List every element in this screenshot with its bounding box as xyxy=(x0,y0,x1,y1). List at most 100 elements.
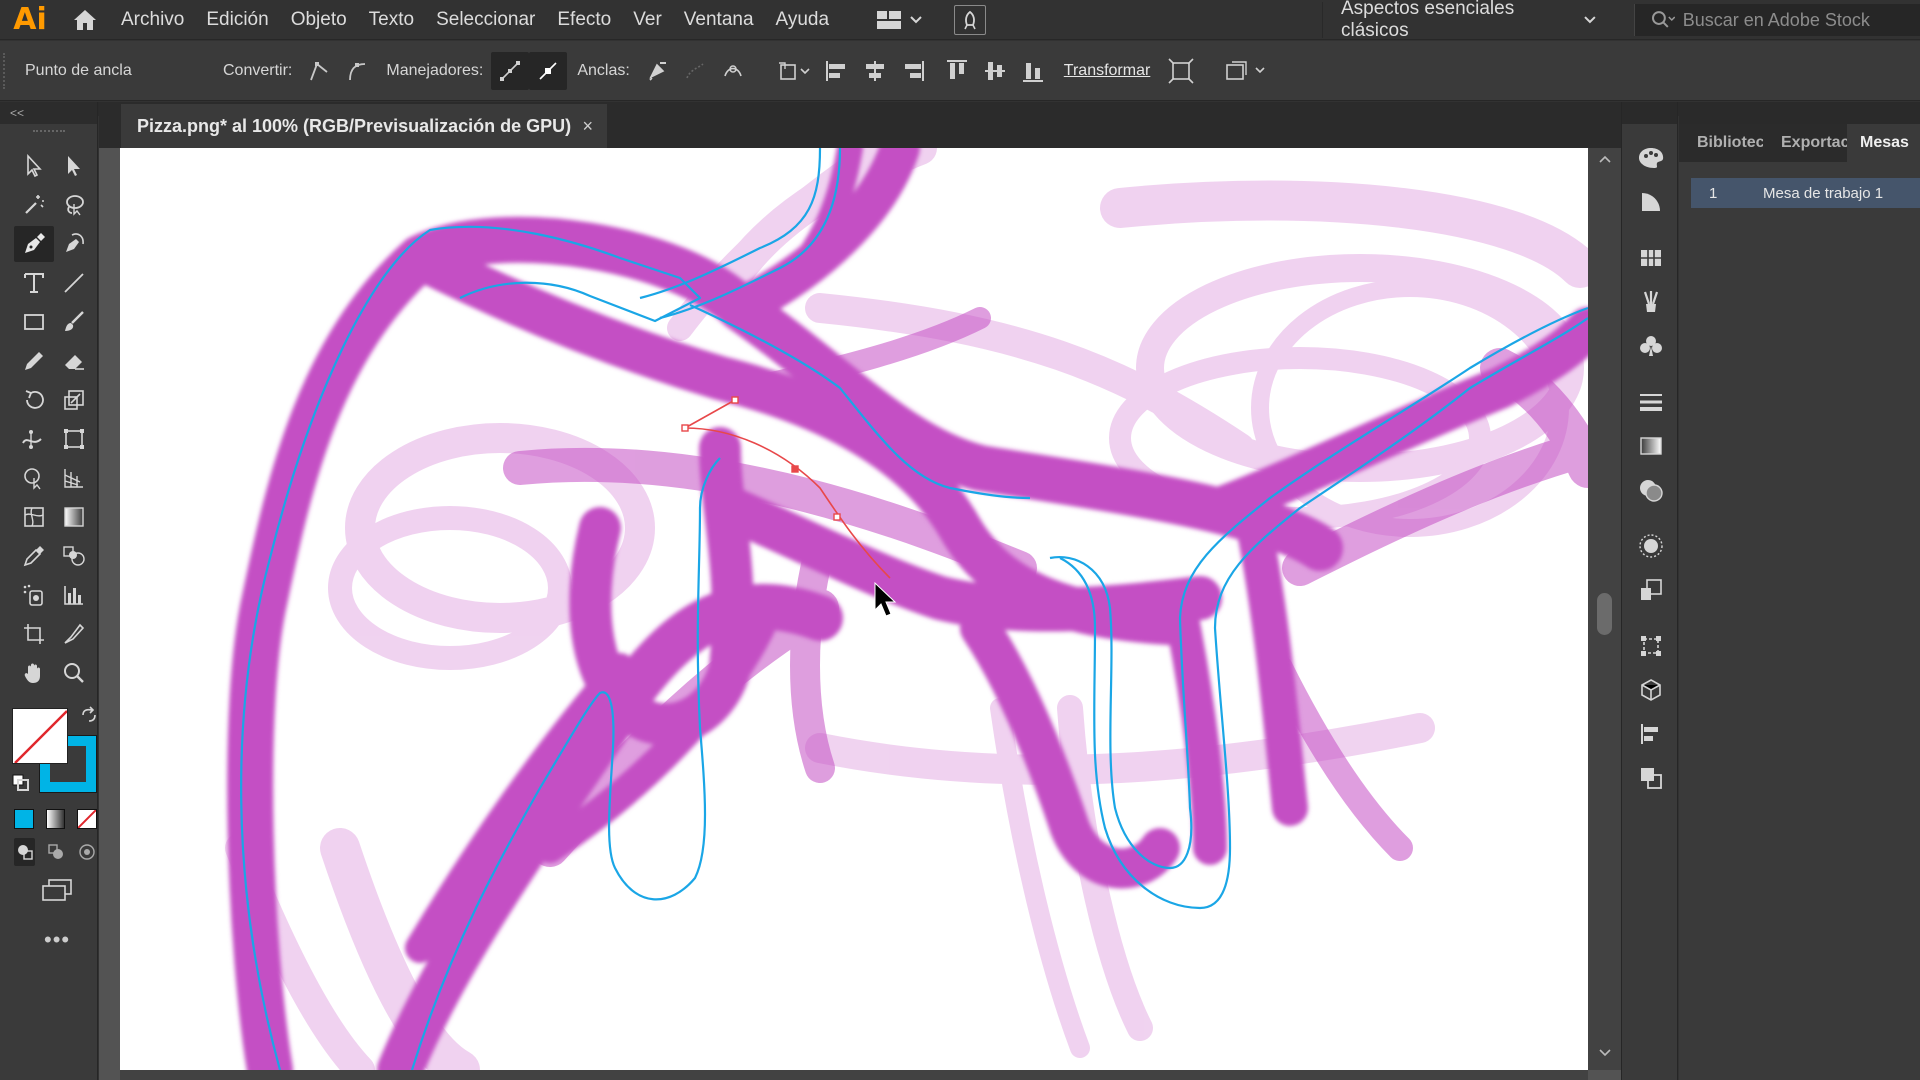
tools-collapse-button[interactable]: << xyxy=(0,102,97,124)
arrange-documents-button[interactable] xyxy=(868,0,930,40)
pathfinder-panel-button[interactable] xyxy=(1622,756,1679,800)
menu-efecto[interactable]: Efecto xyxy=(546,0,622,40)
draw-inside-button[interactable] xyxy=(76,838,97,866)
convert-to-corner-button[interactable] xyxy=(300,52,338,90)
convert-to-smooth-button[interactable] xyxy=(338,52,376,90)
isolate-selection-button[interactable] xyxy=(770,52,818,90)
scale-tool[interactable] xyxy=(54,382,94,418)
direct-selection-tool[interactable] xyxy=(54,148,94,184)
pencil-tool[interactable] xyxy=(14,343,54,379)
artboard-tool[interactable] xyxy=(14,616,54,652)
appearance-panel-button[interactable] xyxy=(1622,524,1679,568)
anchor-point[interactable] xyxy=(681,424,689,432)
draw-normal-button[interactable] xyxy=(14,838,35,866)
rectangle-tool[interactable] xyxy=(14,304,54,340)
artwork[interactable] xyxy=(120,148,1588,1070)
pen-tool[interactable] xyxy=(14,226,54,262)
align-vertical-center-button[interactable] xyxy=(976,52,1014,90)
menu-seleccionar[interactable]: Seleccionar xyxy=(425,0,546,40)
handle-point[interactable] xyxy=(833,513,841,521)
draw-behind-button[interactable] xyxy=(45,838,66,866)
tab-libraries[interactable]: Bibliotec xyxy=(1679,124,1763,162)
artboard-name[interactable]: Mesa de trabajo 1 xyxy=(1763,185,1883,202)
transform-each-button[interactable] xyxy=(1162,52,1200,90)
paintbrush-tool[interactable] xyxy=(54,304,94,340)
graphic-styles-panel-button[interactable] xyxy=(1622,568,1679,612)
shape-builder-tool[interactable] xyxy=(14,460,54,496)
transparency-panel-button[interactable] xyxy=(1622,468,1679,512)
default-fill-stroke-button[interactable] xyxy=(12,774,30,797)
cut-path-at-anchor-button[interactable] xyxy=(714,52,752,90)
magic-wand-tool[interactable] xyxy=(14,187,54,223)
selection-tool[interactable] xyxy=(14,148,54,184)
gradient-mode-button[interactable] xyxy=(45,809,66,829)
slice-tool[interactable] xyxy=(54,616,94,652)
align-right-button[interactable] xyxy=(894,52,932,90)
gpu-performance-button[interactable] xyxy=(954,4,987,35)
free-transform-tool[interactable] xyxy=(54,421,94,457)
artboard[interactable] xyxy=(120,148,1588,1070)
home-button[interactable] xyxy=(60,0,110,40)
perspective-grid-tool[interactable] xyxy=(54,460,94,496)
stock-search-box[interactable] xyxy=(1634,4,1920,36)
gradient-tool[interactable] xyxy=(54,499,94,535)
tools-grip[interactable] xyxy=(32,130,65,134)
transform-panel-button[interactable] xyxy=(1622,624,1679,668)
zoom-tool[interactable] xyxy=(54,655,94,691)
scroll-down-icon[interactable] xyxy=(1598,1048,1612,1058)
connect-anchors-button[interactable] xyxy=(676,52,714,90)
gradient-panel-button[interactable] xyxy=(1622,424,1679,468)
menu-ventana[interactable]: Ventana xyxy=(673,0,765,40)
tab-asset-export[interactable]: Exportaci xyxy=(1763,124,1847,162)
symbol-sprayer-tool[interactable] xyxy=(14,577,54,613)
edit-toolbar-button[interactable]: ••• xyxy=(44,927,97,953)
align-bottom-button[interactable] xyxy=(1014,52,1052,90)
curvature-tool[interactable] xyxy=(54,226,94,262)
vertical-scrollbar[interactable] xyxy=(1588,148,1621,1070)
align-horizontal-center-button[interactable] xyxy=(856,52,894,90)
line-segment-tool[interactable] xyxy=(54,265,94,301)
transform-panel-link[interactable]: Transformar xyxy=(1064,62,1151,80)
symbols-panel-button[interactable] xyxy=(1622,324,1679,368)
scroll-up-icon[interactable] xyxy=(1598,154,1612,164)
change-screen-mode-button[interactable] xyxy=(40,878,97,907)
stroke-panel-button[interactable] xyxy=(1622,380,1679,424)
eraser-tool[interactable] xyxy=(54,343,94,379)
align-top-button[interactable] xyxy=(938,52,976,90)
color-mode-button[interactable] xyxy=(14,809,34,829)
color-guide-panel-button[interactable] xyxy=(1622,180,1679,224)
color-panel-button[interactable] xyxy=(1622,136,1679,180)
menu-ver[interactable]: Ver xyxy=(622,0,673,40)
menu-objeto[interactable]: Objeto xyxy=(280,0,358,40)
document-tab[interactable]: Pizza.png* al 100% (RGB/Previsualización… xyxy=(121,104,607,148)
close-document-button[interactable]: × xyxy=(582,116,593,137)
menu-archivo[interactable]: Archivo xyxy=(110,0,195,40)
align-panel-button[interactable] xyxy=(1622,712,1679,756)
menu-ayuda[interactable]: Ayuda xyxy=(765,0,841,40)
hand-tool[interactable] xyxy=(14,655,54,691)
width-tool[interactable] xyxy=(14,421,54,457)
handle-point[interactable] xyxy=(731,396,739,404)
mesh-tool[interactable] xyxy=(14,499,54,535)
hide-handles-button[interactable] xyxy=(529,51,568,90)
canvas-area[interactable] xyxy=(99,148,1621,1080)
eyedropper-tool[interactable] xyxy=(14,538,54,574)
puppet-warp-button[interactable] xyxy=(1218,52,1274,90)
tab-artboards[interactable]: Mesas xyxy=(1847,124,1920,162)
horizontal-scrollbar[interactable] xyxy=(120,1070,1588,1080)
brushes-panel-button[interactable] xyxy=(1622,280,1679,324)
show-handles-button[interactable] xyxy=(491,51,530,90)
stock-search-input[interactable] xyxy=(1682,9,1920,31)
workspace-switcher[interactable]: Aspectos esenciales clásicos xyxy=(1322,0,1612,41)
swap-fill-stroke-button[interactable] xyxy=(80,706,98,729)
none-mode-button[interactable] xyxy=(77,809,98,829)
control-bar-grip[interactable] xyxy=(3,52,13,89)
remove-anchor-button[interactable] xyxy=(638,52,676,90)
lasso-tool[interactable] xyxy=(54,187,94,223)
swatches-panel-button[interactable] xyxy=(1622,236,1679,280)
menu-texto[interactable]: Texto xyxy=(358,0,425,40)
3d-materials-panel-button[interactable] xyxy=(1622,668,1679,712)
rotate-tool[interactable] xyxy=(14,382,54,418)
align-left-button[interactable] xyxy=(818,52,856,90)
type-tool[interactable] xyxy=(14,265,54,301)
